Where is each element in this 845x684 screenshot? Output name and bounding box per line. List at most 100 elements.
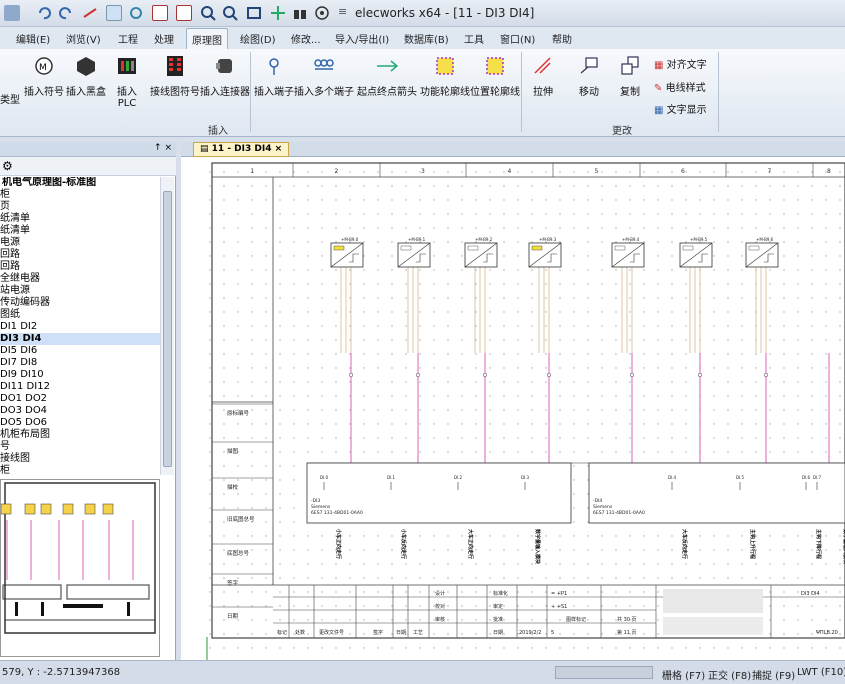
zoom-icon[interactable] xyxy=(222,5,238,21)
pan-icon[interactable] xyxy=(270,5,286,21)
settings-icon[interactable]: ⚙ xyxy=(2,159,13,173)
tree-item[interactable]: 页 xyxy=(0,201,160,213)
tab-tools[interactable]: 工具 xyxy=(464,31,484,46)
tree-item[interactable]: 站电源 xyxy=(0,285,160,297)
wiring-symbol-button[interactable]: 接线图符号 xyxy=(150,55,200,98)
component-tag: +M-B9.2 xyxy=(475,237,493,242)
zoom-extents-icon[interactable] xyxy=(246,5,262,21)
text-display-button[interactable]: ▦ 文字显示 xyxy=(654,101,707,116)
app-icon[interactable] xyxy=(4,5,20,21)
text-display-label: 文字显示 xyxy=(666,105,707,116)
tree-item[interactable]: 接线图 xyxy=(0,453,160,465)
column-number: 6 xyxy=(681,168,685,175)
refresh-icon[interactable] xyxy=(128,5,144,21)
type-button[interactable]: 类型 xyxy=(0,91,20,106)
tree-item[interactable]: DO5 DO6 xyxy=(0,417,160,429)
terminal-point xyxy=(763,372,769,378)
settings-icon[interactable] xyxy=(314,5,330,21)
function-outline-button[interactable]: 功能轮廓线 xyxy=(420,55,470,98)
titleblock-date-header: 日期 xyxy=(493,630,503,636)
document-tab[interactable]: ▤ 11 - DI3 DI4 × xyxy=(193,142,290,157)
insert-multi-terminal-button[interactable]: 插入多个端子 xyxy=(294,55,354,98)
tree-item[interactable]: 传动编码器 xyxy=(0,297,160,309)
tab-window[interactable]: 窗口(N) xyxy=(500,31,535,46)
cursor-coordinates: 579, Y : -2.5713947368 xyxy=(2,667,121,678)
scroll-thumb[interactable] xyxy=(163,191,172,467)
tree-item[interactable]: 机柜布局图 xyxy=(0,429,160,441)
titleblock-standard: 标准化 xyxy=(493,590,508,597)
tab-project[interactable]: 工程 xyxy=(118,31,138,46)
titleblock-mark: 更改文件号 xyxy=(319,629,344,636)
tree-item[interactable]: DI5 DI6 xyxy=(0,345,160,357)
tree-item[interactable]: 柜 xyxy=(0,465,160,475)
tree-item[interactable]: DI9 DI10 xyxy=(0,369,160,381)
tab-edit[interactable]: 编辑(E) xyxy=(16,31,50,46)
export-icon[interactable] xyxy=(176,5,192,21)
align-text-button[interactable]: ▦ 对齐文字 xyxy=(654,56,707,71)
origin-destination-button[interactable]: 起点终点箭头 xyxy=(357,55,417,98)
tree-item[interactable]: 回路 xyxy=(0,261,160,273)
schematic-canvas[interactable]: 12345678 原标编号描图描校旧底图总号底图总号签字日期 +M-B9.0 +M… xyxy=(181,157,845,660)
tree-scrollbar[interactable] xyxy=(160,177,174,475)
tree-item[interactable]: DI1 DI2 xyxy=(0,321,160,333)
tree-item[interactable]: 机电气原理图-标准图 xyxy=(0,177,160,189)
tree-item[interactable]: DO1 DO2 xyxy=(0,393,160,405)
side-table-label: 原标编号 xyxy=(227,409,250,417)
zoom-window-icon[interactable] xyxy=(200,5,216,21)
tree-item[interactable]: 全继电器 xyxy=(0,273,160,285)
insert-terminal-button[interactable]: 插入端子 xyxy=(254,55,294,98)
insert-blackbox-button[interactable]: 插入黑盒 xyxy=(66,55,106,98)
tree-item[interactable]: 号 xyxy=(0,441,160,453)
ortho-toggle[interactable]: 正交 (F8) xyxy=(708,667,751,682)
side-table-label: 底图总号 xyxy=(227,549,250,557)
tree-item[interactable]: 柜 xyxy=(0,189,160,201)
tab-help[interactable]: 帮助 xyxy=(552,31,572,46)
tree-item[interactable]: 回路 xyxy=(0,249,160,261)
wire-tool-icon[interactable] xyxy=(82,5,98,21)
lwt-toggle[interactable]: LWT (F10) xyxy=(797,667,845,678)
tree-item-selected[interactable]: DI3 DI4 xyxy=(0,333,160,345)
side-table-label: 描图 xyxy=(227,447,239,455)
tab-view[interactable]: 浏览(V) xyxy=(66,31,101,46)
undo-icon[interactable] xyxy=(36,5,52,21)
multi-terminal-icon xyxy=(314,59,334,70)
tab-import-export[interactable]: 导入/导出(I) xyxy=(335,31,389,46)
copy-icon[interactable] xyxy=(106,5,122,21)
move-button[interactable]: 移动 xyxy=(578,55,600,98)
component-tag: +M-B9.5 xyxy=(690,237,708,242)
tree-item[interactable]: 纸清单 xyxy=(0,213,160,225)
tree-item[interactable]: 图纸 xyxy=(0,309,160,321)
insert-connector-button[interactable]: 插入连接器 xyxy=(200,55,250,98)
insert-multi-terminal-label: 插入多个端子 xyxy=(294,87,354,98)
modify-group-label: 更改 xyxy=(612,126,632,137)
tab-schematic[interactable]: 原理图 xyxy=(186,28,228,49)
tab-process[interactable]: 处理 xyxy=(154,31,174,46)
binoculars-icon[interactable] xyxy=(292,5,308,21)
insert-plc-button[interactable]: 插入 PLC xyxy=(116,55,138,109)
tab-database[interactable]: 数据库(B) xyxy=(404,31,449,46)
redo-icon[interactable] xyxy=(58,5,74,21)
tree-item[interactable]: DI7 DI8 xyxy=(0,357,160,369)
sheet-preview[interactable] xyxy=(0,479,160,657)
panel-pin-close[interactable]: ↑ × xyxy=(154,143,172,153)
copy-button[interactable]: 复制 xyxy=(619,55,641,98)
snap-toggle[interactable]: 捕捉 (F9) xyxy=(752,667,795,682)
ribbon-separator xyxy=(521,52,522,132)
tab-draw[interactable]: 绘图(D) xyxy=(240,31,276,46)
tree-item[interactable]: 电源 xyxy=(0,237,160,249)
drawing-area[interactable]: ▤ 11 - DI3 DI4 × 1 2 3 4 5 6 7 8 原标编号 描图 描校 旧底图总号底… xyxy=(181,142,845,660)
location-outline-button[interactable]: 位置轮廓线 xyxy=(470,55,520,98)
preview-drawing xyxy=(0,482,156,634)
stretch-icon xyxy=(534,57,551,74)
wire-style-button[interactable]: ✎ 电线样式 xyxy=(654,79,706,94)
stretch-button[interactable]: 拉伸 xyxy=(532,55,554,98)
tab-modify[interactable]: 修改... xyxy=(291,31,321,46)
tree-item[interactable]: DO3 DO4 xyxy=(0,405,160,417)
import-icon[interactable] xyxy=(152,5,168,21)
insert-symbol-button[interactable]: M 插入符号 xyxy=(24,55,64,98)
close-icon[interactable]: × xyxy=(275,144,283,154)
tree-item[interactable]: DI11 DI12 xyxy=(0,381,160,393)
grid-toggle[interactable]: 栅格 (F7) xyxy=(662,667,705,682)
ribbon-separator xyxy=(250,52,251,132)
tree-item[interactable]: 纸清单 xyxy=(0,225,160,237)
